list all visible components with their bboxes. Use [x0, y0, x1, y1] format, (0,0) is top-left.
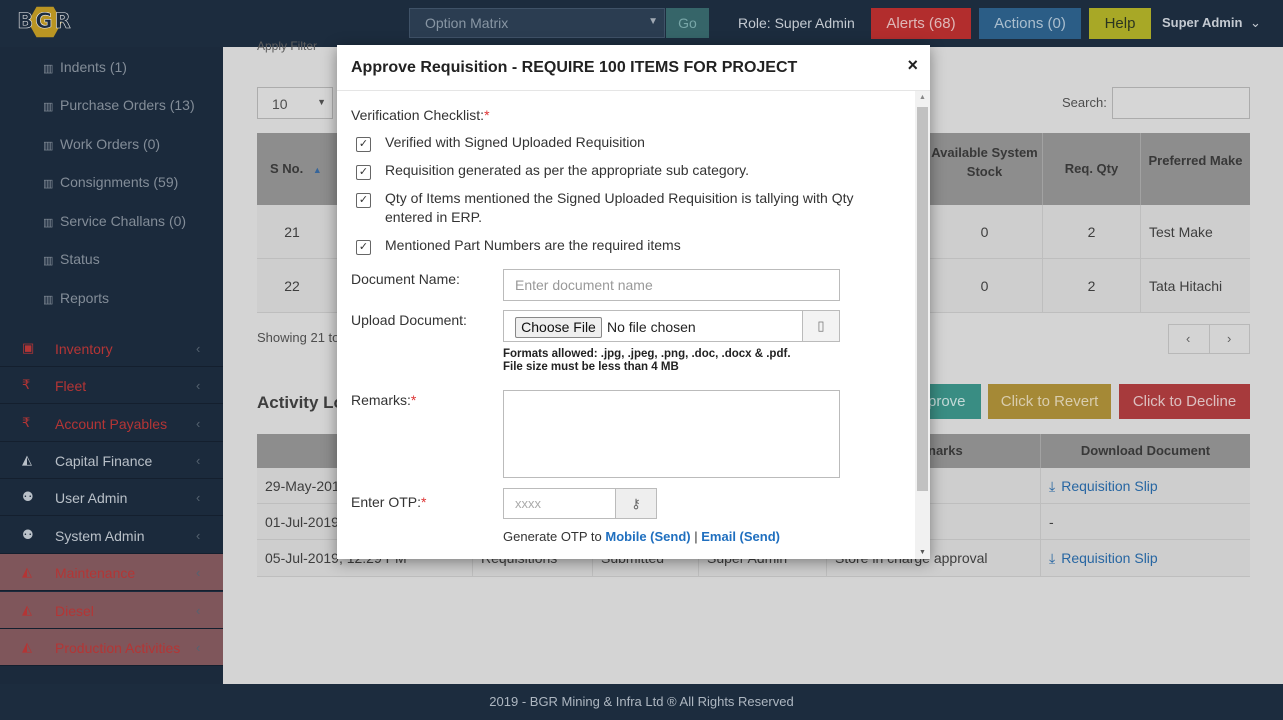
checklist-label-2: Requisition generated as per the appropr… [385, 162, 749, 178]
otp-input[interactable] [504, 489, 616, 518]
approve-requisition-modal: Approve Requisition - REQUIRE 100 ITEMS … [337, 45, 930, 559]
formats-hint: Formats allowed: .jpg, .jpeg, .png, .doc… [503, 348, 791, 360]
modal-header: Approve Requisition - REQUIRE 100 ITEMS … [337, 45, 930, 91]
generate-otp-text: Generate OTP to Mobile (Send) | Email (S… [503, 529, 780, 544]
modal-title: Approve Requisition - REQUIRE 100 ITEMS … [351, 59, 798, 76]
choose-file-button[interactable]: Choose File [515, 317, 602, 338]
document-name-label: Document Name: [351, 271, 460, 287]
otp-label: Enter OTP:* [351, 494, 427, 510]
upload-document-label: Upload Document: [351, 312, 467, 328]
file-icon[interactable]: ▯ [802, 311, 839, 341]
modal-scrollbar[interactable]: ▲ ▼ [915, 91, 930, 559]
document-name-input[interactable] [503, 269, 840, 301]
checklist-label-3: Qty of Items mentioned the Signed Upload… [385, 190, 854, 225]
scroll-down-icon[interactable]: ▼ [919, 549, 926, 556]
checklist-checkbox-1[interactable]: ✓ [356, 137, 371, 152]
required-mark: * [421, 494, 427, 510]
checklist-label-4: Mentioned Part Numbers are the required … [385, 237, 681, 253]
no-file-text: No file chosen [607, 319, 696, 335]
checklist-checkbox-3[interactable]: ✓ [356, 193, 371, 208]
required-mark: * [484, 107, 490, 123]
remarks-label: Remarks:* [351, 392, 417, 408]
checklist-checkbox-2[interactable]: ✓ [356, 165, 371, 180]
required-mark: * [410, 392, 417, 408]
send-otp-email-link[interactable]: Email (Send) [701, 529, 780, 544]
key-icon: ⚷ [615, 489, 656, 518]
size-hint: File size must be less than 4 MB [503, 361, 679, 373]
separator: | [694, 529, 698, 544]
checklist-label: Verification Checklist:* [351, 107, 490, 123]
checklist-label-1: Verified with Signed Uploaded Requisitio… [385, 134, 645, 150]
remarks-textarea[interactable] [503, 390, 840, 478]
otp-field: ⚷ [503, 488, 657, 519]
send-otp-mobile-link[interactable]: Mobile (Send) [605, 529, 690, 544]
scroll-up-icon[interactable]: ▲ [919, 94, 926, 101]
scrollbar-thumb[interactable] [917, 107, 928, 491]
close-icon[interactable]: × [907, 55, 918, 76]
checklist-checkbox-4[interactable]: ✓ [356, 240, 371, 255]
file-upload-field: Choose File No file chosen ▯ [503, 310, 840, 342]
